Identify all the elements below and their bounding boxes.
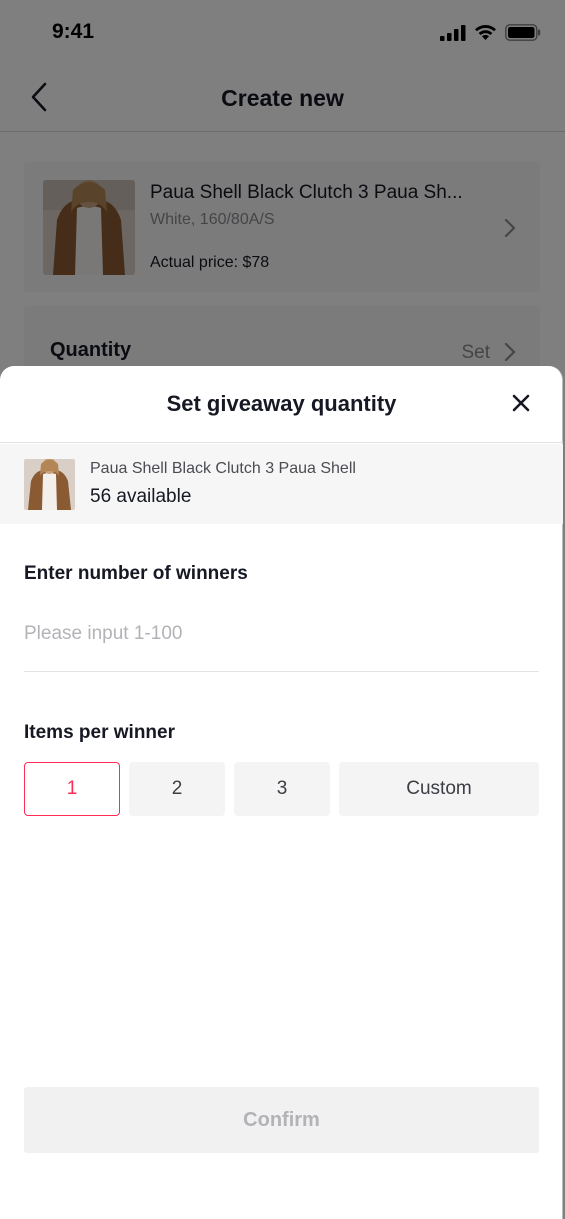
items-per-winner-label: Items per winner <box>24 722 175 743</box>
close-button[interactable] <box>509 393 533 417</box>
winners-label: Enter number of winners <box>24 563 248 584</box>
item-image <box>24 459 75 510</box>
sheet-title: Set giveaway quantity <box>166 391 397 416</box>
item-name: Paua Shell Black Clutch 3 Paua Shell <box>90 460 356 477</box>
option-custom-button[interactable]: Custom <box>339 762 539 816</box>
giveaway-quantity-sheet: Set giveaway quantity Paua Shell Black C… <box>0 366 563 1219</box>
giveaway-item: Paua Shell Black Clutch 3 Paua Shell 56 … <box>0 444 563 524</box>
winners-input[interactable] <box>24 616 539 672</box>
option-3-button[interactable]: 3 <box>234 762 330 816</box>
confirm-button[interactable]: Confirm <box>24 1087 539 1153</box>
items-per-winner-options: 1 2 3 Custom <box>24 762 539 816</box>
option-2-button[interactable]: 2 <box>129 762 225 816</box>
item-available-count: 56 available <box>90 486 192 507</box>
close-icon <box>512 394 530 417</box>
option-1-button[interactable]: 1 <box>24 762 120 816</box>
sheet-header: Set giveaway quantity <box>0 366 563 443</box>
